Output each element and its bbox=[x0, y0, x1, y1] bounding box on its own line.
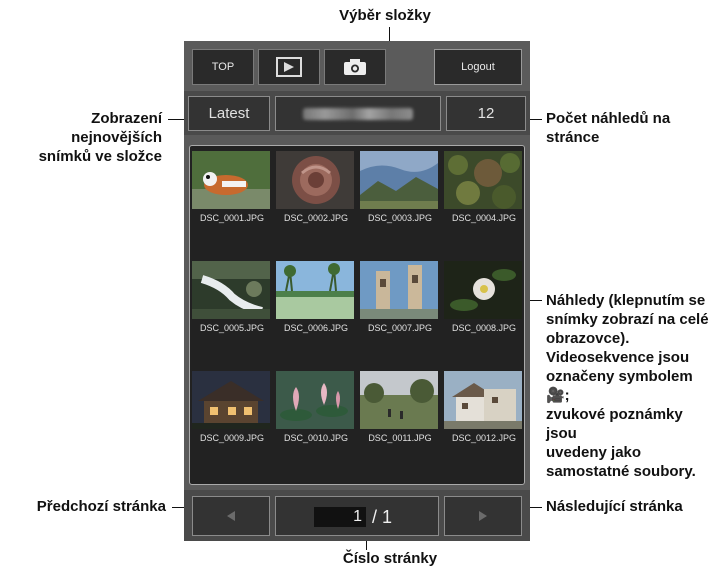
thumbnail[interactable]: DSC_0004.JPG bbox=[442, 146, 526, 232]
thumbnail-image bbox=[276, 371, 354, 429]
thumbnail-grid: DSC_0001.JPG DSC_0002.JPG DSC_0003.JPG D… bbox=[189, 145, 525, 485]
callout-thumbnail-count: Počet náhledů na stránce bbox=[546, 110, 671, 146]
thumbnail-filename: DSC_0005.JPG bbox=[199, 323, 265, 333]
thumbnail-filename: DSC_0001.JPG bbox=[199, 213, 265, 223]
thumbnail-filename: DSC_0006.JPG bbox=[283, 323, 349, 333]
next-page-button[interactable] bbox=[444, 496, 522, 536]
thumbnail-image bbox=[276, 261, 354, 319]
callout-thumbnails: Náhledy (klepnutím se snímky zobrazí na c… bbox=[546, 292, 709, 480]
top-button[interactable]: TOP bbox=[192, 49, 254, 85]
thumbnail-image bbox=[444, 371, 522, 429]
thumbnail-image bbox=[444, 151, 522, 209]
previous-page-button[interactable] bbox=[192, 496, 270, 536]
current-page-input[interactable]: 1 bbox=[314, 507, 366, 527]
playback-icon bbox=[276, 57, 302, 77]
thumbnail[interactable]: DSC_0001.JPG bbox=[190, 146, 274, 232]
thumbnail[interactable]: DSC_0007.JPG bbox=[358, 256, 442, 342]
callout-page-number: Číslo stránky bbox=[342, 550, 438, 567]
thumbnail-filename: DSC_0003.JPG bbox=[367, 213, 433, 223]
thumbnail-filename: DSC_0004.JPG bbox=[451, 213, 517, 223]
thumbnail[interactable]: DSC_0002.JPG bbox=[274, 146, 358, 232]
thumbnail-filename: DSC_0011.JPG bbox=[368, 433, 432, 443]
thumbnail-image bbox=[192, 261, 270, 319]
thumbnail-filename: DSC_0012.JPG bbox=[451, 433, 517, 443]
triangle-left-icon bbox=[227, 511, 235, 521]
latest-button[interactable]: Latest bbox=[188, 96, 270, 131]
total-pages: / 1 bbox=[372, 507, 393, 527]
thumbnail-filename: DSC_0009.JPG bbox=[199, 433, 265, 443]
callout-next-page: Následující stránka bbox=[546, 498, 683, 515]
thumbnail-filename: DSC_0010.JPG bbox=[283, 433, 349, 443]
logout-button[interactable]: Logout bbox=[434, 49, 522, 85]
folder-select-button[interactable] bbox=[275, 96, 441, 131]
triangle-right-icon bbox=[479, 511, 487, 521]
playback-button[interactable] bbox=[258, 49, 320, 85]
thumbnail-filename: DSC_0007.JPG bbox=[367, 323, 433, 333]
top-toolbar: TOP Logout bbox=[184, 41, 530, 91]
thumbnail[interactable]: DSC_0003.JPG bbox=[358, 146, 442, 232]
thumbnail[interactable]: DSC_0011.JPG bbox=[358, 366, 442, 452]
thumbnail[interactable]: DSC_0005.JPG bbox=[190, 256, 274, 342]
thumbnail-area: DSC_0001.JPG DSC_0002.JPG DSC_0003.JPG D… bbox=[184, 135, 530, 490]
thumbnail-filename: DSC_0008.JPG bbox=[451, 323, 517, 333]
thumbnail[interactable]: DSC_0010.JPG bbox=[274, 366, 358, 452]
thumbnail-image bbox=[360, 371, 438, 429]
callout-latest: Zobrazení nejnovějších snímků ve složce bbox=[38, 110, 162, 165]
thumbnail[interactable]: DSC_0008.JPG bbox=[442, 256, 526, 342]
folder-name-blurred bbox=[303, 107, 413, 120]
thumbnail-image bbox=[444, 261, 522, 319]
camera-button[interactable] bbox=[324, 49, 386, 85]
camera-icon bbox=[344, 59, 366, 75]
callout-folder-select: Výběr složky bbox=[339, 7, 431, 24]
thumbnail-image bbox=[192, 371, 270, 429]
thumbnail-filename: DSC_0002.JPG bbox=[283, 213, 349, 223]
device-screen: TOP Logout Latest 12 DSC_0001.JPG DSC_00… bbox=[184, 41, 530, 541]
callout-previous-page: Předchozí stránka bbox=[36, 498, 166, 515]
thumbnail-image bbox=[192, 151, 270, 209]
thumbnail-image bbox=[276, 151, 354, 209]
thumbnail-count-button[interactable]: 12 bbox=[446, 96, 526, 131]
control-bar: Latest 12 bbox=[184, 91, 530, 135]
pagination-bar: 1 / 1 bbox=[184, 490, 530, 541]
thumbnail[interactable]: DSC_0012.JPG bbox=[442, 366, 526, 452]
page-indicator: 1 / 1 bbox=[275, 496, 439, 536]
thumbnail[interactable]: DSC_0006.JPG bbox=[274, 256, 358, 342]
thumbnail[interactable]: DSC_0009.JPG bbox=[190, 366, 274, 452]
thumbnail-image bbox=[360, 261, 438, 319]
thumbnail-image bbox=[360, 151, 438, 209]
